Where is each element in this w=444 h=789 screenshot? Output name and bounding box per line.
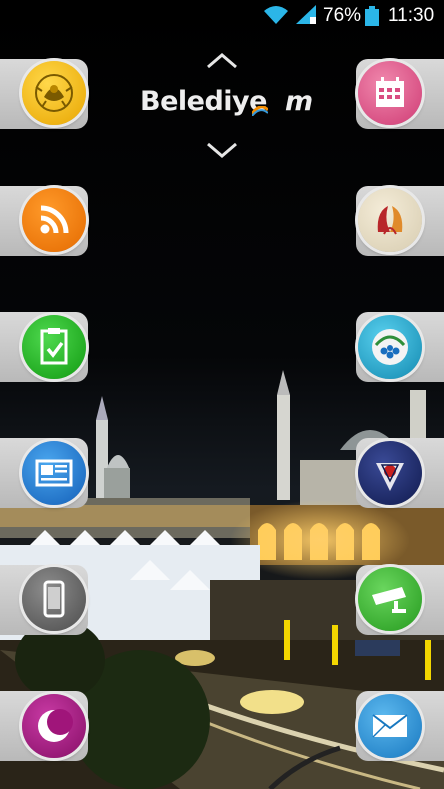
security-camera-icon (372, 587, 406, 613)
checklist-button[interactable] (22, 315, 86, 379)
calendar-button[interactable] (358, 61, 422, 125)
wifi-icon (264, 6, 288, 24)
logo-mark: m (284, 86, 313, 117)
crescent-logo-icon (38, 709, 73, 742)
battery-icon (365, 6, 379, 26)
app-logo: Belediye m (140, 86, 320, 126)
compass-button[interactable] (358, 441, 422, 505)
logo-swoosh-icon (252, 106, 268, 116)
chevron-up-icon[interactable] (206, 53, 238, 69)
municipality-button[interactable] (358, 188, 422, 252)
mobile-button[interactable] (22, 567, 86, 631)
newspaper-icon (35, 459, 73, 487)
smartphone-icon (43, 580, 65, 618)
konya-logo-icon (372, 329, 408, 365)
crescent-button[interactable] (22, 694, 86, 758)
signal-icon (296, 5, 316, 24)
logo-text: Belediye (140, 86, 267, 117)
compass-emblem-icon (376, 463, 404, 491)
chevron-down-icon[interactable] (206, 142, 238, 158)
clipboard-check-icon (40, 328, 68, 365)
clock: 11:30 (388, 5, 435, 26)
state-emblem-icon (35, 74, 73, 112)
news-button[interactable] (22, 441, 86, 505)
municipality-logo-icon (377, 206, 403, 235)
mail-icon (372, 714, 408, 738)
camera-button[interactable] (358, 567, 422, 631)
emblem-button[interactable] (22, 61, 86, 125)
konya-button[interactable] (358, 315, 422, 379)
status-bar: 76% 11:30 (0, 0, 444, 32)
battery-percent: 76% (323, 5, 362, 26)
calendar-icon (376, 77, 404, 107)
rss-icon (40, 205, 69, 234)
rss-button[interactable] (22, 188, 86, 252)
mail-button[interactable] (358, 694, 422, 758)
